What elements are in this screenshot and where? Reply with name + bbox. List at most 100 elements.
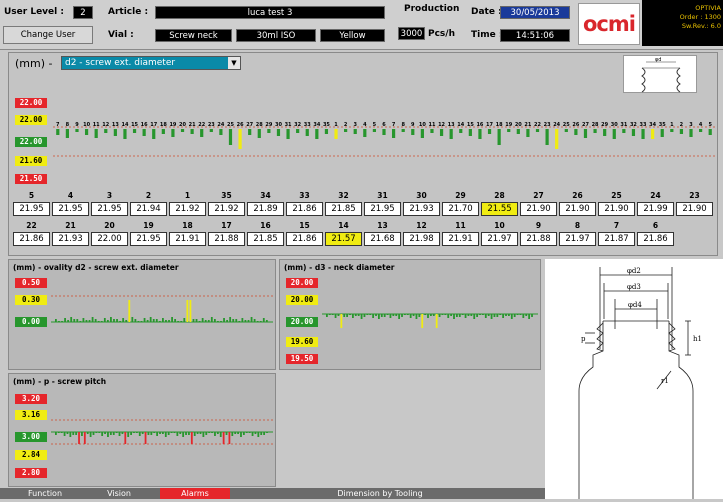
axis-number: 29 xyxy=(601,122,608,128)
axis-number: 28 xyxy=(256,122,263,128)
trend-bar xyxy=(176,432,179,436)
trend-bar xyxy=(130,432,132,435)
trend-bar xyxy=(366,314,369,315)
measure-select[interactable]: d2 - screw ext. diameter ▼ xyxy=(61,56,241,70)
axis-number: 3 xyxy=(353,122,357,128)
trend-bar xyxy=(140,321,143,322)
trend-bar xyxy=(137,321,140,322)
column-header: 14 xyxy=(338,221,349,230)
trend-bar xyxy=(406,314,409,315)
column-header: 11 xyxy=(455,221,466,230)
value-cell: 21.90 xyxy=(520,202,557,216)
value-cell: 21.92 xyxy=(208,202,245,216)
trend-bar xyxy=(493,314,496,317)
value-cell: 21.89 xyxy=(247,202,284,216)
trend-bar xyxy=(531,314,533,317)
trend-bar xyxy=(209,129,213,132)
trend-bar xyxy=(143,318,146,322)
thread-thumbnail-icon: φd xyxy=(641,57,681,93)
trend-bar xyxy=(88,320,91,322)
trend-bar xyxy=(159,432,161,434)
trend-bar xyxy=(210,317,213,322)
value-cell: 21.97 xyxy=(559,232,596,246)
ovality-tag-yellow: 0.30 xyxy=(15,295,47,305)
date-label: Date : xyxy=(471,7,502,17)
trend-bar xyxy=(58,321,60,322)
trend-bar xyxy=(122,318,125,322)
axis-number: 23 xyxy=(544,122,551,128)
trend-bar xyxy=(545,129,549,145)
trend-bar xyxy=(158,321,161,322)
axis-number: 27 xyxy=(246,122,253,128)
trend-bar xyxy=(205,432,208,435)
axis-number: 25 xyxy=(227,122,234,128)
trend-bar xyxy=(112,432,115,435)
trend-bar xyxy=(142,129,146,136)
trend-bar xyxy=(219,129,223,135)
axis-number: 16 xyxy=(476,122,483,128)
trend-bar xyxy=(127,432,130,437)
trend-bar xyxy=(331,314,334,315)
trend-bar xyxy=(199,432,202,434)
trend-bar xyxy=(75,129,79,132)
trend-bar xyxy=(89,432,92,437)
trend-bar xyxy=(265,320,268,322)
trend-bar xyxy=(119,321,121,322)
axis-number: 1 xyxy=(670,122,674,128)
axis-number: 17 xyxy=(150,122,157,128)
trend-bar xyxy=(315,129,319,139)
trend-bar xyxy=(398,314,401,319)
axis-number: 3 xyxy=(689,122,693,128)
column-header: 31 xyxy=(377,191,388,200)
ovality-panel: (mm) - ovality d2 - screw ext. diameter … xyxy=(8,259,276,370)
trend-bar xyxy=(354,314,357,316)
tab-vision[interactable]: Vision xyxy=(84,488,154,499)
axis-number: 13 xyxy=(448,122,455,128)
logo-text: ocmi xyxy=(583,12,636,36)
column-header: 2 xyxy=(145,191,152,200)
trend-bar xyxy=(564,129,568,132)
pitch-tag-green: 3.00 xyxy=(15,432,47,442)
axis-number: 10 xyxy=(83,122,90,128)
axis-number: 21 xyxy=(189,122,196,128)
value-cell: 22.00 xyxy=(91,232,128,246)
trend-bar xyxy=(132,129,137,133)
column-header: 26 xyxy=(572,191,583,200)
value-cell: 21.97 xyxy=(481,232,518,246)
vial-color: Yellow xyxy=(320,29,385,42)
date-value: 30/05/2013 xyxy=(500,6,570,19)
trend-bar xyxy=(670,129,674,132)
column-header: 29 xyxy=(455,191,466,200)
trend-bar xyxy=(535,129,540,132)
axis-number: 12 xyxy=(438,122,445,128)
user-level-label: User Level : xyxy=(4,7,64,17)
trend-bar xyxy=(79,321,82,322)
production-unit: Pcs/h xyxy=(428,29,455,39)
change-user-button[interactable]: Change User xyxy=(3,26,93,44)
trend-bar xyxy=(346,314,349,317)
tab-dimension-by-tooling[interactable]: Dimension by Tooling xyxy=(300,488,460,499)
trend-bar xyxy=(55,432,57,435)
trend-bar xyxy=(173,432,176,433)
tab-function[interactable]: Function xyxy=(10,488,80,499)
trend-bar xyxy=(180,129,185,132)
trend-bar xyxy=(631,129,636,136)
trend-bar xyxy=(478,129,482,139)
limit-nominal: 22.00 xyxy=(15,137,47,147)
trend-bar xyxy=(382,129,386,135)
trend-bar xyxy=(266,432,268,433)
value-cell: 21.93 xyxy=(403,202,440,216)
tab-alarms[interactable]: Alarms xyxy=(160,488,230,499)
trend-bar xyxy=(459,129,463,133)
trend-bar xyxy=(162,432,164,434)
trend-bar xyxy=(188,432,190,435)
trend-bar xyxy=(259,321,262,322)
pitch-tag-yellow-lower: 2.84 xyxy=(15,450,47,460)
trend-bar xyxy=(699,129,703,132)
trend-bar xyxy=(689,129,693,137)
trend-bar xyxy=(73,319,76,322)
column-header: 3 xyxy=(106,191,113,200)
trend-bar xyxy=(149,317,152,322)
chevron-down-icon[interactable]: ▼ xyxy=(228,57,240,69)
trend-bar xyxy=(254,432,257,434)
